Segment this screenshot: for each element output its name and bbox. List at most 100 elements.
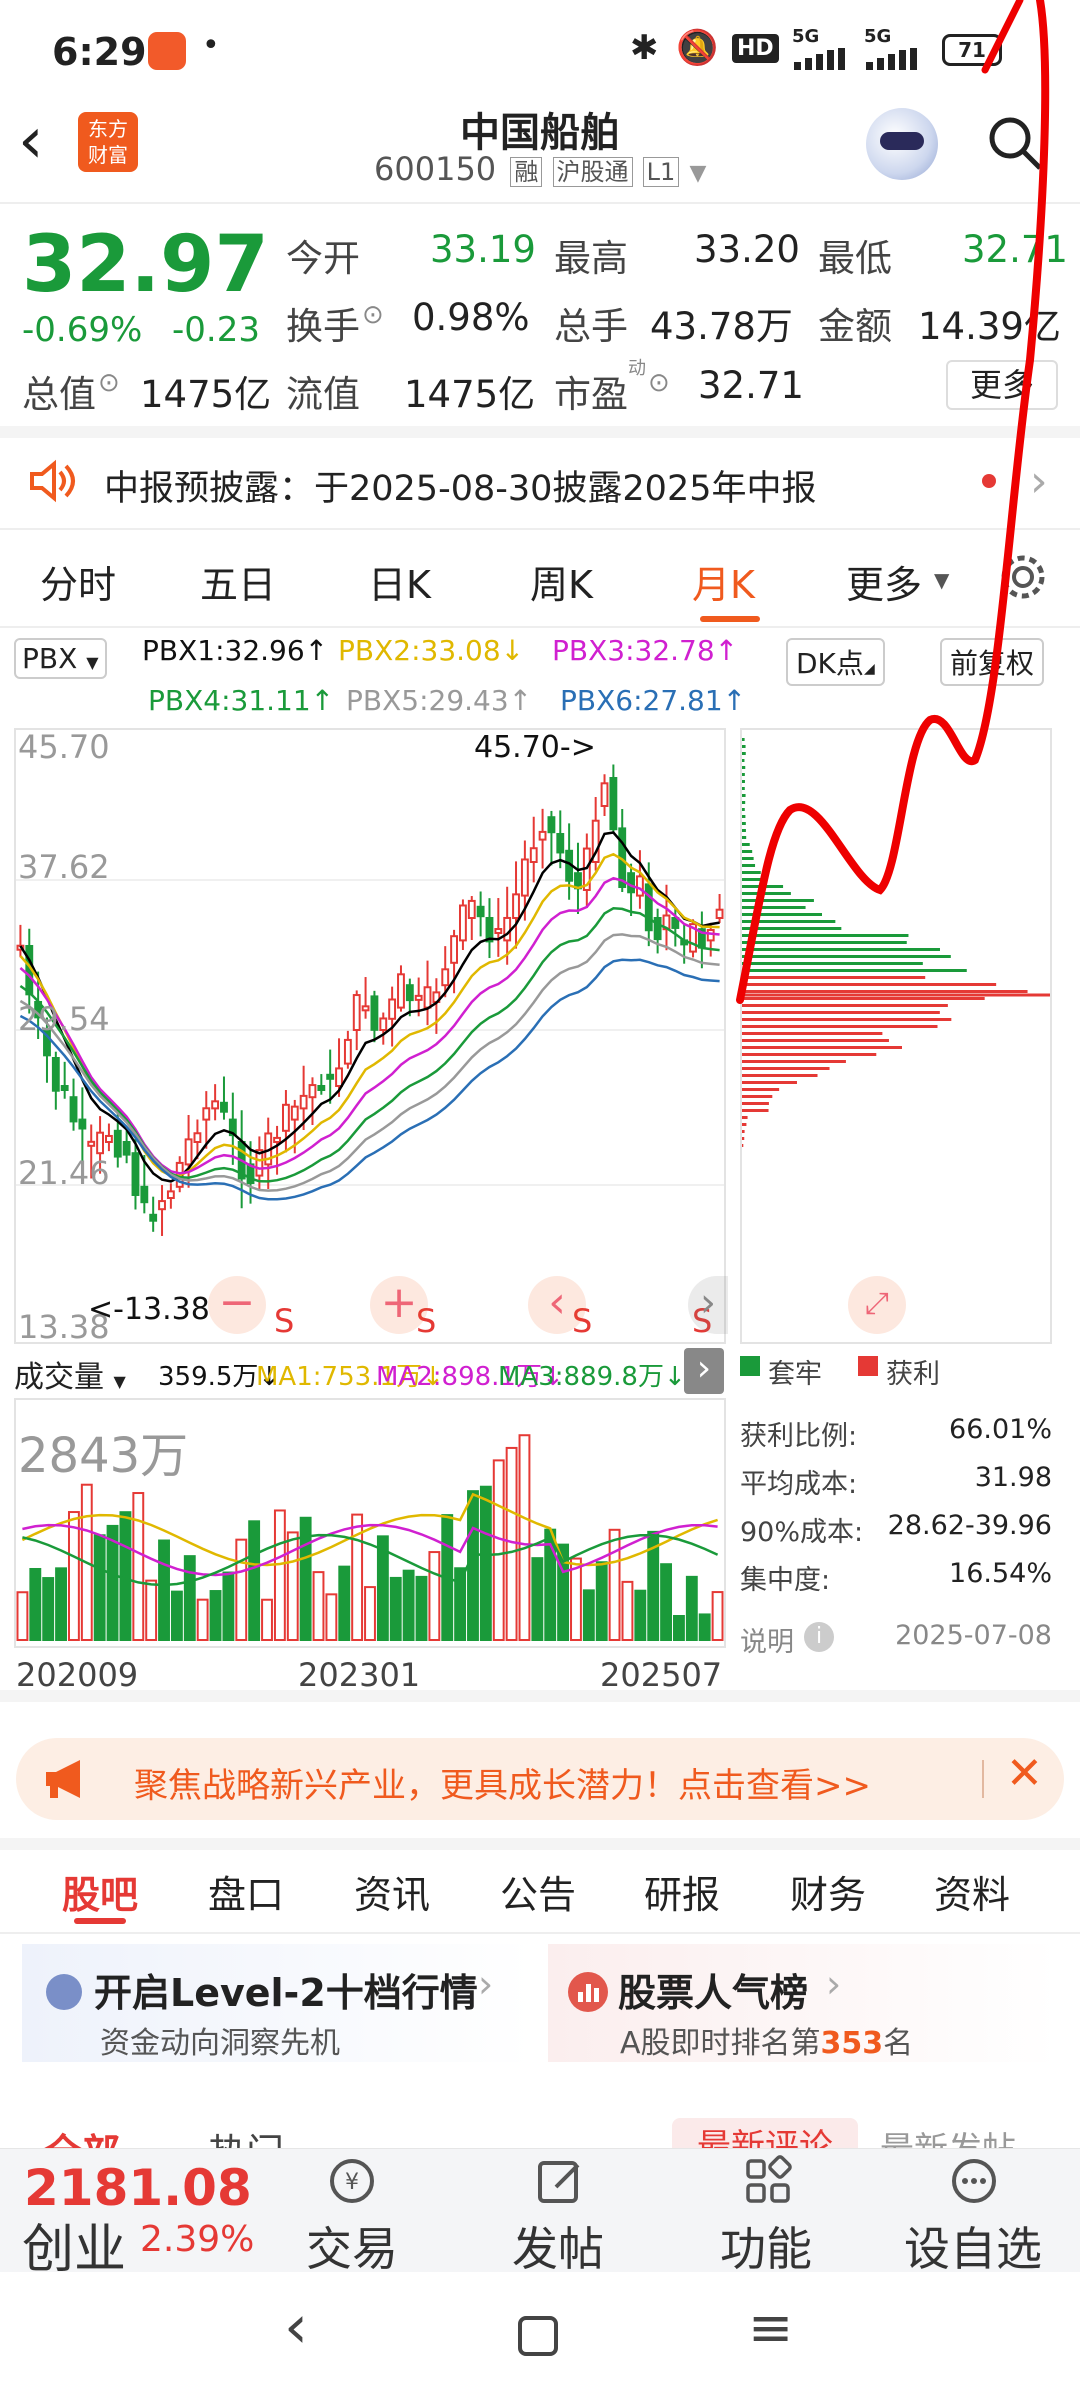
search-icon[interactable] — [984, 112, 1044, 172]
zoom-out-icon[interactable]: − — [208, 1276, 266, 1334]
open-value: 33.19 — [430, 228, 536, 271]
pbx2-value: PBX2:33.08↓ — [338, 634, 525, 667]
indicator-select[interactable]: PBX ▼ — [14, 638, 107, 679]
tab-guba[interactable]: 股吧 — [62, 1864, 138, 1919]
grid-icon[interactable] — [742, 2155, 794, 2207]
bluetooth-icon: ✱ — [630, 28, 659, 68]
chevron-right-icon: › — [826, 1962, 842, 2006]
filter-hot[interactable]: 热门 — [208, 2122, 284, 2148]
more-button[interactable]: 更多 — [946, 360, 1058, 410]
promo-banner[interactable]: 聚焦战略新兴产业，更具成长潜力！点击查看>> ✕ — [16, 1738, 1064, 1820]
nav-home-icon[interactable] — [518, 2316, 558, 2356]
tab-research[interactable]: 研报 — [644, 1864, 720, 1919]
level2-card[interactable]: 开启Level-2十档行情 › 资金动向洞察先机 — [22, 1944, 532, 2062]
cost90-value: 28.62-39.96 — [887, 1510, 1052, 1541]
add-favorite-button[interactable]: 设自选 — [904, 2213, 1042, 2279]
tab-finance[interactable]: 财务 — [790, 1864, 866, 1919]
tab-news[interactable]: 资讯 — [354, 1864, 430, 1919]
chevron-right-icon[interactable]: › — [1030, 456, 1048, 507]
trade-icon[interactable]: ¥ — [326, 2155, 378, 2207]
assistant-visor — [880, 132, 924, 150]
more-dots-icon[interactable] — [948, 2155, 1000, 2207]
index-name[interactable]: 创业 — [22, 2207, 126, 2282]
sell-mark: S — [274, 1302, 295, 1340]
info-icon[interactable]: ⊙ — [362, 300, 384, 330]
clock: 6:29 — [52, 30, 147, 74]
post-button[interactable]: 发帖 — [512, 2213, 604, 2279]
banner-separator — [982, 1760, 984, 1798]
hd-icon: HD — [732, 34, 779, 63]
tab-pankou[interactable]: 盘口 — [208, 1864, 284, 1919]
pbx4-value: PBX4:31.11↑ — [148, 684, 335, 717]
megaphone-icon — [42, 1756, 92, 1802]
filter-latest-reply[interactable]: 最新评论 — [672, 2118, 858, 2148]
chevron-right-icon[interactable]: › — [684, 1348, 724, 1394]
pe-label: 市盈 — [554, 373, 628, 416]
tab-week-k[interactable]: 周K — [530, 554, 593, 609]
info-icon[interactable]: i — [804, 1622, 834, 1652]
pbx5-value: PBX5:29.43↑ — [346, 684, 533, 717]
scroll-left-icon[interactable]: ‹ — [528, 1276, 586, 1334]
pe-dynamic-sup: 动 — [628, 358, 646, 379]
edit-icon[interactable] — [534, 2155, 586, 2207]
active-tab-indicator — [700, 616, 760, 622]
pbx1-value: PBX1:32.96↑ — [142, 634, 329, 667]
y-label-4: 21.46 — [18, 1154, 110, 1192]
gear-icon[interactable] — [996, 550, 1050, 604]
chip-distribution[interactable]: ⤢ — [740, 728, 1052, 1344]
trade-button[interactable]: 交易 — [306, 2213, 398, 2279]
zoom-in-icon[interactable]: + — [370, 1276, 428, 1334]
low-label: 最低 — [818, 237, 892, 280]
profit-ratio-value: 66.01% — [949, 1414, 1052, 1445]
volume-select[interactable]: 成交量 ▼ — [14, 1352, 126, 1396]
dot-icon: • — [202, 28, 220, 63]
kline-svg — [16, 764, 724, 1236]
quote-panel: 32.97 -0.69% -0.23 今开 33.19 最高 33.20 最低 … — [0, 204, 1080, 426]
close-icon[interactable]: ✕ — [1006, 1748, 1043, 1799]
dropdown-icon[interactable]: ▼ — [689, 161, 706, 186]
nav-menu-icon[interactable]: ≡ — [748, 2296, 793, 2359]
mute-icon: 🔕 — [676, 28, 719, 68]
volume-value: 43.78万 — [650, 305, 793, 348]
stock-header: ‹ 东方 财富 中国船舶 600150 融 沪股通 L1 ▼ — [0, 100, 1080, 200]
pbx6-value: PBX6:27.81↑ — [560, 684, 747, 717]
filter-latest-post[interactable]: 最新发帖 — [880, 2122, 1016, 2148]
info-icon[interactable]: ⊙ — [98, 368, 120, 398]
function-button[interactable]: 功能 — [720, 2213, 812, 2279]
tab-announcements[interactable]: 公告 — [500, 1864, 576, 1919]
volume-chart[interactable]: 2843万 — [14, 1398, 726, 1648]
y-label-2: 37.62 — [18, 848, 110, 886]
explain-link[interactable]: 说明 — [740, 1620, 794, 1659]
marketcap-value: 1475亿 — [140, 373, 272, 416]
system-nav-bar: ‹ ≡ — [0, 2272, 1080, 2400]
float-cap-label: 流值 — [286, 373, 360, 416]
tab-wuri[interactable]: 五日 — [200, 554, 276, 609]
index-pct: 2.39% — [140, 2219, 255, 2260]
dk-point-button[interactable]: DK点◢ — [786, 638, 885, 686]
chevron-down-icon: ▼ — [934, 568, 950, 592]
open-label: 今开 — [286, 237, 360, 280]
filter-all[interactable]: 全部 — [44, 2122, 120, 2148]
expand-icon[interactable]: ⤢ — [848, 1276, 906, 1334]
tab-profile[interactable]: 资料 — [934, 1864, 1010, 1919]
notice-bar[interactable]: 中报预披露：于2025-08-30披露2025年中报 › — [0, 438, 1080, 528]
tab-fenshi[interactable]: 分时 — [40, 554, 116, 609]
nav-back-icon[interactable]: ‹ — [284, 2292, 308, 2362]
signal-icon-2 — [864, 48, 920, 70]
tab-month-k[interactable]: 月K — [692, 554, 755, 609]
assistant-avatar[interactable] — [866, 108, 938, 180]
tab-day-k[interactable]: 日K — [368, 554, 431, 609]
chevron-down-icon: ▼ — [113, 1372, 126, 1391]
adjust-button[interactable]: 前复权 — [940, 638, 1045, 686]
popularity-card[interactable]: 股票人气榜 › A股即时排名第353名 — [548, 1944, 1058, 2062]
ranking-icon — [568, 1972, 608, 2012]
level-tag: L1 — [642, 157, 680, 187]
margin-tag: 融 — [510, 157, 543, 187]
volume-legend: 成交量 ▼ 359.5万↓ MA1:753.1万↓ MA2:898.1万↓ MA… — [0, 1344, 740, 1396]
kline-chart[interactable]: 45.70 37.62 29.54 21.46 13.38 45.70-> <-… — [14, 728, 728, 1346]
x-label-end: 202507 — [600, 1656, 723, 1694]
info-icon[interactable]: ⊙ — [648, 368, 670, 398]
y-label-3: 29.54 — [18, 1000, 110, 1038]
tab-more[interactable]: 更多 — [846, 554, 922, 609]
app-notification-icon — [148, 32, 186, 70]
